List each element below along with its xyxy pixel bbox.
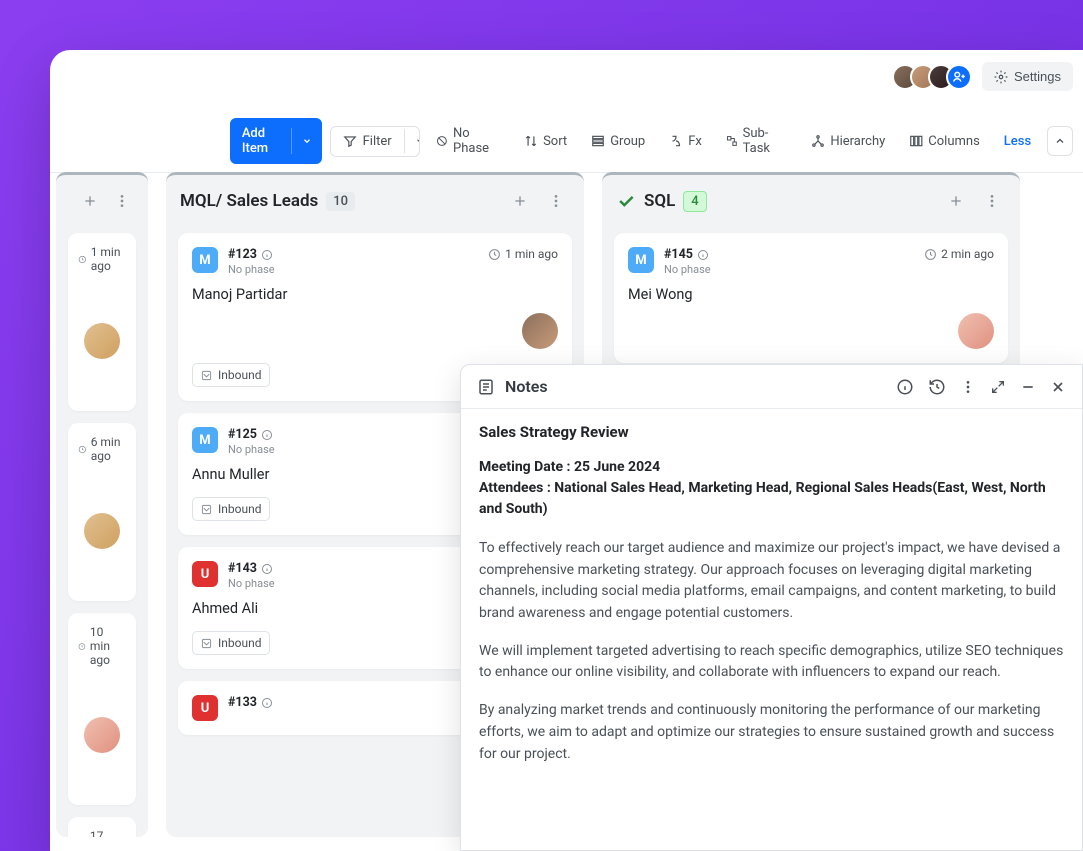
avatar-stack[interactable] <box>900 64 972 90</box>
check-icon <box>616 191 636 211</box>
notes-body[interactable]: Sales Strategy Review Meeting Date : 25 … <box>461 409 1082 850</box>
card-phase: No phase <box>228 263 275 276</box>
info-button[interactable] <box>896 378 914 396</box>
card-title: Mei Wong <box>628 286 994 303</box>
card-id: #145 <box>664 247 711 262</box>
less-button[interactable]: Less <box>996 128 1039 155</box>
assignee-avatar[interactable] <box>84 717 120 753</box>
kanban-card[interactable]: 1 min ago <box>68 233 136 411</box>
card-timestamp: 17 min ago <box>78 829 126 837</box>
kanban-column-partial: 1 min ago 6 min ago 10 min ago 17 min ag… <box>56 172 148 837</box>
kanban-card[interactable]: 10 min ago <box>68 613 136 805</box>
group-button[interactable]: Group <box>583 128 653 155</box>
kanban-card[interactable]: 6 min ago <box>68 423 136 601</box>
notes-panel: Notes Sales Strategy Review Meeting Date… <box>460 364 1083 851</box>
filter-button[interactable]: Filter <box>330 126 421 157</box>
column-title: MQL/ Sales Leads <box>180 191 318 211</box>
assignee-avatar[interactable] <box>84 323 120 359</box>
expand-button[interactable] <box>990 379 1006 395</box>
app-window: Settings Add Item Filter No Phase Sort G… <box>50 50 1083 851</box>
collapse-button[interactable] <box>1047 126 1073 156</box>
subtask-icon <box>726 134 738 148</box>
hierarchy-icon <box>811 134 825 148</box>
assignee-avatar[interactable] <box>84 513 120 549</box>
chevron-down-icon[interactable] <box>291 128 322 154</box>
card-timestamp: 1 min ago <box>488 247 558 261</box>
notes-subtitle: Sales Strategy Review <box>479 423 1064 441</box>
card-tag[interactable]: Inbound <box>192 497 270 521</box>
column-menu-button[interactable] <box>978 187 1006 215</box>
card-phase: No phase <box>228 443 275 456</box>
settings-label: Settings <box>1014 69 1061 84</box>
card-id: #125 <box>228 427 275 442</box>
card-type-badge: U <box>192 561 218 587</box>
fx-icon <box>669 134 683 148</box>
add-user-button[interactable] <box>946 64 972 90</box>
topbar: Settings <box>900 62 1073 91</box>
more-button[interactable] <box>960 379 976 395</box>
column-add-button[interactable] <box>78 187 102 215</box>
card-type-badge: M <box>192 247 218 273</box>
card-type-badge: M <box>628 247 654 273</box>
minimize-button[interactable] <box>1020 379 1036 395</box>
kanban-card[interactable]: M #145 No phase 2 min ago Mei Wong <box>614 233 1008 363</box>
settings-button[interactable]: Settings <box>982 62 1073 91</box>
sort-button[interactable]: Sort <box>516 128 575 155</box>
no-phase-button[interactable]: No Phase <box>428 120 508 162</box>
card-timestamp: 2 min ago <box>924 247 994 261</box>
notes-meta: Meeting Date : 25 June 2024 Attendees : … <box>479 457 1064 520</box>
column-count-badge: 4 <box>683 191 706 212</box>
column-add-button[interactable] <box>506 187 534 215</box>
subtask-button[interactable]: Sub-Task <box>718 120 795 162</box>
hierarchy-button[interactable]: Hierarchy <box>803 128 893 155</box>
assignee-avatar[interactable] <box>522 313 558 349</box>
column-menu-button[interactable] <box>542 187 570 215</box>
card-phase: No phase <box>664 263 711 276</box>
notes-header: Notes <box>461 365 1082 409</box>
group-icon <box>591 134 605 148</box>
column-menu-button[interactable] <box>110 187 134 215</box>
sort-icon <box>524 134 538 148</box>
card-id: #143 <box>228 561 275 576</box>
card-title: Manoj Partidar <box>192 286 558 303</box>
phase-icon <box>436 134 448 148</box>
chevron-up-icon <box>1054 135 1066 147</box>
card-type-badge: U <box>192 695 218 721</box>
filter-icon <box>343 134 357 148</box>
column-title: SQL <box>644 191 675 211</box>
notes-icon <box>477 378 495 396</box>
fx-button[interactable]: Fx <box>661 128 710 155</box>
column-count-badge: 10 <box>326 192 355 211</box>
history-button[interactable] <box>928 378 946 396</box>
notes-content: To effectively reach our target audience… <box>479 538 1064 765</box>
card-tag[interactable]: Inbound <box>192 631 270 655</box>
assignee-avatar[interactable] <box>958 313 994 349</box>
card-id: #123 <box>228 247 275 262</box>
kanban-card[interactable]: 17 min ago <box>68 817 136 837</box>
column-add-button[interactable] <box>942 187 970 215</box>
card-timestamp: 1 min ago <box>78 245 126 273</box>
gradient-background: Settings Add Item Filter No Phase Sort G… <box>0 0 1083 851</box>
gear-icon <box>994 70 1008 84</box>
card-phase: No phase <box>228 577 275 590</box>
card-timestamp: 6 min ago <box>78 435 126 463</box>
card-id: #133 <box>228 695 273 710</box>
card-type-badge: M <box>192 427 218 453</box>
columns-button[interactable]: Columns <box>901 128 988 155</box>
chevron-down-icon[interactable] <box>404 129 421 153</box>
card-tag[interactable]: Inbound <box>192 363 270 387</box>
notes-title: Notes <box>505 377 548 396</box>
close-button[interactable] <box>1050 379 1066 395</box>
columns-icon <box>909 134 923 148</box>
card-timestamp: 10 min ago <box>78 625 126 667</box>
